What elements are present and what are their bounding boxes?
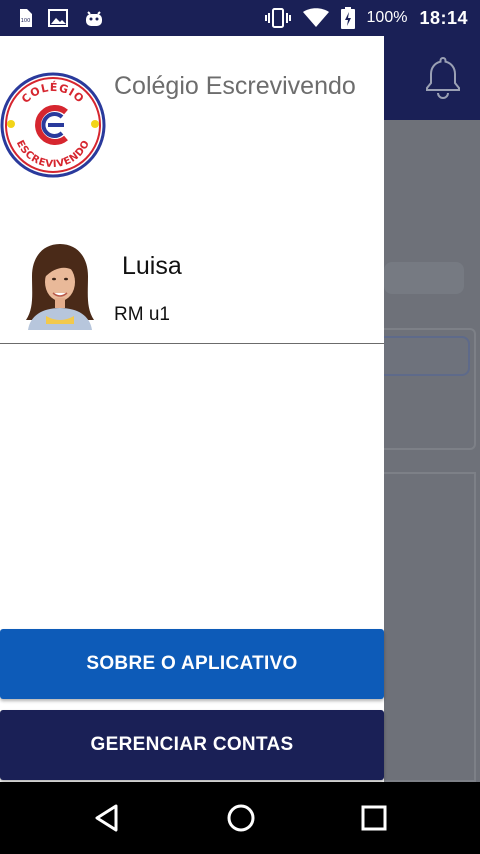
school-logo: COLÉGIO ESCREVIVENDO (0, 72, 106, 178)
user-registration: RM u1 (114, 304, 170, 325)
user-name: Luisa (122, 252, 182, 280)
user-avatar[interactable] (22, 242, 98, 330)
divider (0, 343, 384, 344)
wifi-icon (302, 8, 329, 28)
manage-accounts-button[interactable]: GERENCIAR CONTAS (0, 710, 384, 780)
home-icon[interactable] (226, 803, 256, 833)
status-bar: 100 100% 18:14 (0, 0, 480, 36)
image-icon (48, 9, 68, 27)
about-app-button[interactable]: SOBRE O APLICATIVO (0, 629, 384, 699)
background-card (384, 262, 464, 294)
background-field (384, 336, 470, 376)
back-icon[interactable] (92, 803, 122, 833)
system-navigation-bar (0, 782, 480, 854)
battery-percent: 100% (366, 9, 408, 26)
vibrate-icon (264, 8, 291, 28)
background-content-panel (384, 472, 476, 782)
notification-bell-icon (420, 54, 466, 105)
android-icon (84, 8, 104, 28)
battery-charging-icon (340, 7, 355, 29)
clock-time: 18:14 (419, 7, 468, 28)
sim-100-icon: 100 (18, 9, 32, 27)
navigation-drawer: COLÉGIO ESCREVIVENDO Colégio Escrevivend… (0, 36, 384, 782)
school-name: Colégio Escrevivendo (114, 72, 356, 100)
svg-text:100: 100 (21, 18, 31, 24)
recents-icon[interactable] (360, 804, 388, 832)
